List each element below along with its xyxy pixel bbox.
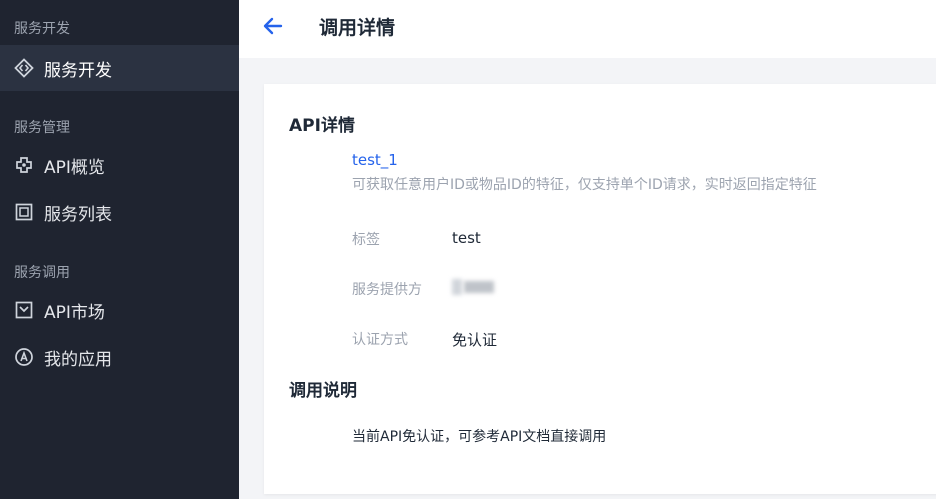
sidebar: 服务开发 服务开发 服务管理 API概览 服务列表 服务调用 API市场 我的应…	[0, 0, 239, 499]
sidebar-item-service-list[interactable]: 服务列表	[0, 189, 239, 235]
sidebar-item-api-overview[interactable]: API概览	[0, 142, 239, 188]
sidebar-item-label: 我的应用	[44, 349, 112, 370]
blur-block	[452, 279, 462, 295]
sidebar-group-title-dev: 服务开发	[14, 21, 70, 37]
app-icon	[14, 347, 34, 367]
api-name-link[interactable]: test_1	[352, 151, 398, 169]
sidebar-item-service-dev[interactable]: 服务开发	[0, 45, 239, 91]
blur-block	[464, 281, 494, 293]
arrow-left-icon	[261, 17, 285, 42]
sidebar-group-title-call: 服务调用	[14, 265, 70, 281]
sidebar-item-label: 服务列表	[44, 204, 112, 225]
section-title-usage: 调用说明	[289, 381, 357, 401]
list-icon	[14, 202, 34, 222]
usage-description: 当前API免认证，可参考API文档直接调用	[352, 429, 607, 445]
store-icon	[14, 300, 34, 320]
puzzle-icon	[14, 155, 34, 175]
detail-card: API详情 test_1 可获取任意用户ID或物品ID的特征，仅支持单个ID请求…	[264, 84, 936, 494]
page-title: 调用详情	[319, 17, 396, 39]
page-header: 调用详情	[239, 0, 936, 58]
sidebar-item-api-market[interactable]: API市场	[0, 287, 239, 333]
sidebar-item-label: API市场	[44, 302, 105, 323]
sidebar-item-label: API概览	[44, 157, 105, 178]
section-title-api-detail: API详情	[289, 116, 355, 136]
field-value-provider-blurred	[452, 279, 494, 295]
code-icon	[14, 58, 34, 78]
field-label-tag: 标签	[352, 232, 380, 248]
api-description: 可获取任意用户ID或物品ID的特征，仅支持单个ID请求，实时返回指定特征	[352, 177, 817, 193]
field-value-tag: test	[452, 229, 481, 247]
sidebar-group-title-manage: 服务管理	[14, 120, 70, 136]
field-value-auth: 免认证	[452, 331, 498, 349]
back-button[interactable]	[261, 14, 285, 38]
field-label-auth: 认证方式	[352, 332, 408, 348]
sidebar-item-label: 服务开发	[44, 60, 112, 81]
sidebar-item-my-apps[interactable]: 我的应用	[0, 334, 239, 380]
field-label-provider: 服务提供方	[352, 282, 422, 298]
